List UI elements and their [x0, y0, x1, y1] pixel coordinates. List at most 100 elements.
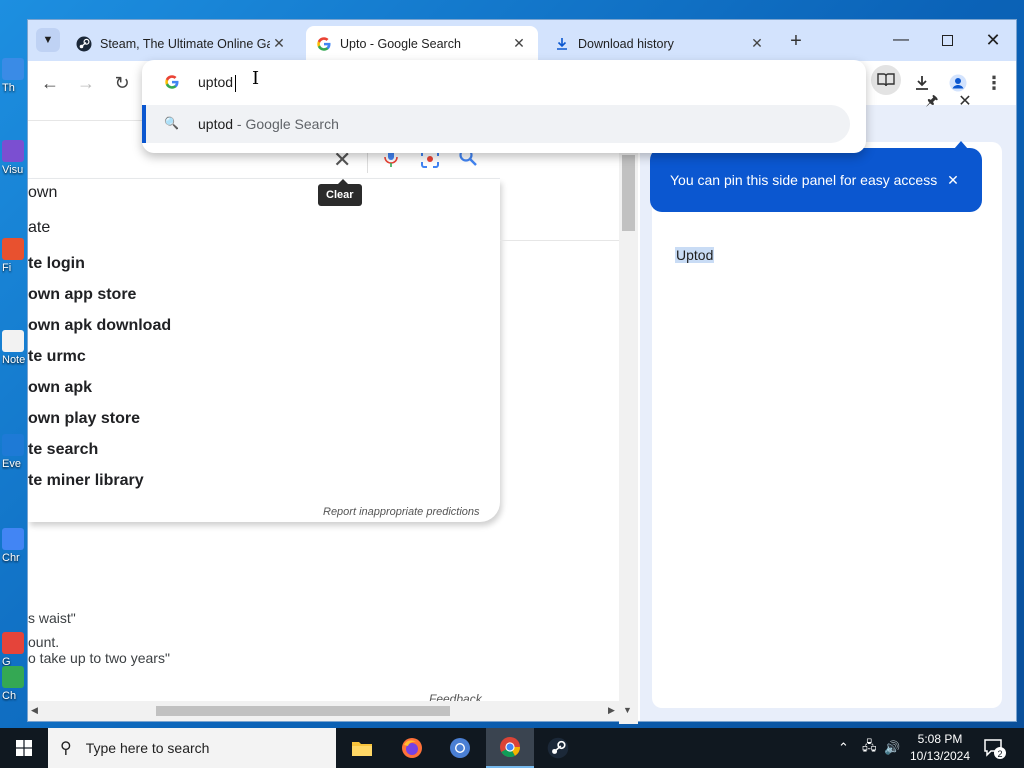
omnibox-dropdown: uptod I 🔍 uptod - Google Search [142, 60, 866, 153]
tab-google-search[interactable]: Upto - Google Search ✕ [306, 26, 538, 61]
close-window-button[interactable]: ✕ [971, 26, 1015, 54]
search-placeholder: Type here to search [85, 740, 210, 756]
google-icon [164, 74, 180, 95]
action-center-button[interactable]: 2 [982, 736, 1006, 760]
autocomplete-item[interactable]: te miner library [28, 472, 144, 490]
reading-mode-button[interactable] [871, 65, 901, 95]
desktop-icon[interactable]: Fi [2, 238, 28, 274]
steam-icon [547, 737, 569, 759]
volume-button[interactable]: 🔊 [884, 728, 900, 768]
scroll-thumb[interactable] [622, 155, 635, 231]
taskbar-search-box[interactable]: ⚲ Type here to search [48, 728, 336, 768]
desktop-icon-label: Fi [2, 262, 12, 274]
notification-icon: 2 [984, 739, 1006, 759]
forward-button[interactable]: → [72, 69, 100, 97]
chevron-up-icon: ⌃ [838, 740, 849, 755]
new-tab-button[interactable]: + [784, 29, 808, 53]
desktop-icon[interactable]: Visu [2, 140, 28, 176]
desktop-icon[interactable]: Th [2, 58, 28, 94]
pin-side-panel-button[interactable]: 🖈 [922, 92, 942, 112]
minimize-button[interactable]: — [879, 26, 923, 54]
side-panel-content [652, 142, 1002, 708]
kebab-icon: ⋮ [985, 72, 1003, 93]
desktop-icon[interactable]: Ch [2, 666, 28, 702]
desktop-icon[interactable]: G [2, 632, 28, 668]
snippet-text: o take up to two years" [28, 650, 170, 666]
shortcut-icon [2, 140, 24, 162]
pin-side-panel-tip: You can pin this side panel for easy acc… [650, 141, 982, 212]
close-icon: ✕ [958, 93, 972, 110]
close-tip-icon[interactable]: ✕ [944, 171, 962, 189]
autocomplete-item[interactable]: own app store [28, 286, 136, 304]
scroll-thumb[interactable] [156, 706, 450, 716]
suggestion-text: uptod - Google Search [198, 116, 339, 132]
steam-icon [76, 36, 92, 52]
network-button[interactable]: 🖧 [862, 728, 877, 768]
taskbar: ⚲ Type here to search ⌃ 🖧 🔊 5:08 PM 10/1… [0, 728, 1024, 768]
firefox-button[interactable] [388, 728, 436, 768]
report-predictions-link[interactable]: Report inappropriate predictions [323, 506, 480, 518]
clock-time: 5:08 PM [917, 732, 963, 746]
desktop-icon-label: Visu [2, 164, 24, 176]
scroll-down-icon[interactable]: ▼ [623, 705, 632, 715]
desktop-icon[interactable]: Eve [2, 434, 28, 470]
tab-title: Download history [578, 36, 674, 51]
autocomplete-item[interactable]: ate [28, 219, 50, 237]
close-icon: ✕ [985, 29, 1001, 50]
autocomplete-item[interactable]: te login [28, 255, 85, 273]
chromium-icon [450, 738, 470, 758]
search-icon: ⚲ [60, 740, 72, 757]
close-side-panel-button[interactable]: ✕ [955, 91, 975, 111]
start-button[interactable] [0, 728, 48, 768]
autocomplete-item[interactable]: own play store [28, 410, 140, 428]
tab-search-button[interactable]: ▼ [36, 28, 60, 52]
shortcut-icon [2, 330, 24, 352]
tab-title: Upto - Google Search [340, 36, 461, 51]
autocomplete-item[interactable]: te urmc [28, 348, 86, 366]
clock-date: 10/13/2024 [909, 749, 971, 763]
horizontal-scrollbar[interactable]: ◀ ▶ [28, 701, 619, 721]
tab-close-icon[interactable]: ✕ [748, 35, 766, 53]
pin-icon: 🖈 [925, 92, 939, 108]
web-page: ✕ Report inappropriate predictions own at… [28, 105, 638, 721]
tab-close-icon[interactable]: ✕ [270, 35, 288, 53]
book-icon [877, 73, 895, 87]
arrow-left-icon: ← [41, 72, 59, 93]
clock[interactable]: 5:08 PM 10/13/2024 [900, 731, 980, 765]
menu-button[interactable]: ⋮ [979, 68, 1009, 98]
chrome-button[interactable] [486, 728, 534, 768]
download-icon [916, 76, 928, 90]
tab-download-history[interactable]: Download history ✕ [544, 26, 776, 61]
autocomplete-list: Report inappropriate predictions own ate t… [28, 179, 500, 522]
tab-steam[interactable]: Steam, The Ultimate Online Ga ✕ [66, 26, 298, 61]
scroll-right-icon[interactable]: ▶ [608, 705, 615, 716]
shortcut-icon [2, 666, 24, 688]
tip-text: You can pin this side panel for easy acc… [670, 172, 938, 188]
divider [500, 240, 620, 241]
autocomplete-item[interactable]: own apk download [28, 317, 171, 335]
chromium-button[interactable] [436, 728, 484, 768]
autocomplete-item[interactable]: own [28, 184, 57, 202]
desktop-icon[interactable]: Chr [2, 528, 28, 564]
vertical-scrollbar[interactable]: ▼ [619, 153, 638, 724]
file-explorer-button[interactable] [338, 728, 386, 768]
tab-close-icon[interactable]: ✕ [510, 35, 528, 53]
reload-button[interactable]: ↻ [108, 69, 136, 97]
snippet-text: s waist" [28, 610, 76, 626]
desktop-icon[interactable]: Note [2, 330, 28, 366]
desktop-icon-label: Chr [2, 552, 20, 564]
back-button[interactable]: ← [36, 69, 64, 97]
maximize-button[interactable] [925, 26, 969, 54]
omnibox-suggestion[interactable]: 🔍 uptod - Google Search [142, 105, 850, 143]
show-hidden-icons-button[interactable]: ⌃ [838, 728, 849, 768]
steam-button[interactable] [534, 728, 582, 768]
autocomplete-item[interactable]: te search [28, 441, 98, 459]
text-cursor-icon: I [252, 68, 260, 89]
autocomplete-item[interactable]: own apk [28, 379, 92, 397]
windows-icon [16, 740, 32, 756]
speaker-icon: 🔊 [884, 740, 901, 755]
address-bar-input[interactable]: uptod [198, 74, 233, 90]
network-icon: 🖧 [862, 738, 877, 753]
scroll-left-icon[interactable]: ◀ [31, 705, 38, 716]
shortcut-icon [2, 238, 24, 260]
